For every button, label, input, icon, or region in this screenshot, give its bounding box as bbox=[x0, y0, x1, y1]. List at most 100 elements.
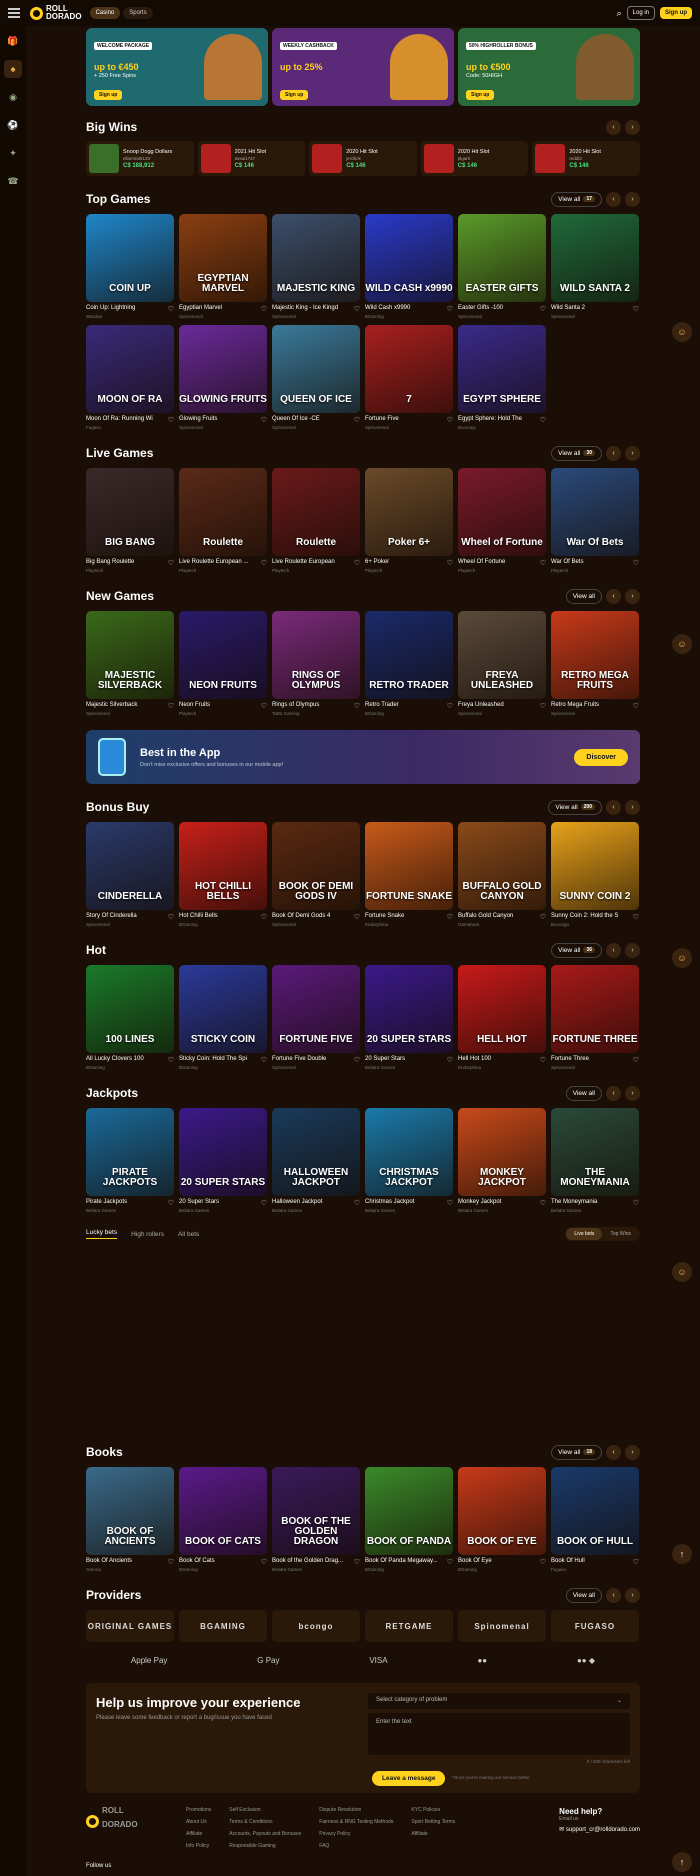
heart-icon[interactable]: ♡ bbox=[354, 1056, 360, 1064]
feedback-textarea[interactable]: Enter the text bbox=[368, 1713, 630, 1755]
game-thumbnail[interactable]: CHRISTMAS JACKPOT bbox=[365, 1108, 453, 1196]
category-select[interactable]: Select category of problem ⌄ bbox=[368, 1693, 630, 1709]
login-button[interactable]: Log in bbox=[626, 6, 655, 20]
tab-casino[interactable]: Casino bbox=[89, 7, 121, 19]
game-thumbnail[interactable]: BUFFALO GOLD CANYON bbox=[458, 822, 546, 910]
provider-logo[interactable]: RETGAME bbox=[365, 1610, 453, 1642]
game-thumbnail[interactable]: BOOK OF HULL bbox=[551, 1467, 639, 1555]
game-thumbnail[interactable]: EASTER GIFTS bbox=[458, 214, 546, 302]
game-card[interactable]: BIG BANG Big Bang Roulette ♡ Playtech bbox=[86, 468, 174, 573]
gamepad-icon[interactable]: ✦ bbox=[4, 144, 22, 162]
chat-float-icon[interactable]: ☺ bbox=[672, 948, 692, 968]
footer-link[interactable]: Info Policy bbox=[186, 1843, 211, 1849]
game-card[interactable]: COIN UP Coin Up: Lightning ♡ Wazdan bbox=[86, 214, 174, 319]
tab-high-rollers[interactable]: High rollers bbox=[131, 1231, 164, 1238]
discover-button[interactable]: Discover bbox=[574, 748, 628, 766]
heart-icon[interactable]: ♡ bbox=[447, 1199, 453, 1207]
next-arrow-icon[interactable]: › bbox=[625, 119, 640, 135]
heart-icon[interactable]: ♡ bbox=[447, 1558, 453, 1566]
game-card[interactable]: Wheel of Fortune Wheel Of Fortune ♡ Playtec… bbox=[458, 468, 546, 573]
heart-icon[interactable]: ♡ bbox=[447, 1056, 453, 1064]
game-thumbnail[interactable]: HELL HOT bbox=[458, 965, 546, 1053]
game-card[interactable]: BOOK OF THE GOLDEN DRAGON Book of the Gol… bbox=[272, 1467, 360, 1572]
heart-icon[interactable]: ♡ bbox=[633, 913, 639, 921]
heart-icon[interactable]: ♡ bbox=[540, 416, 546, 424]
game-card[interactable]: MAJESTIC SILVERBACK Majestic Silverback ♡ S… bbox=[86, 611, 174, 716]
game-card[interactable]: CHRISTMAS JACKPOT Christmas Jackpot ♡ Belat… bbox=[365, 1108, 453, 1213]
prev-arrow-icon[interactable]: ‹ bbox=[606, 799, 621, 815]
heart-icon[interactable]: ♡ bbox=[447, 913, 453, 921]
game-card[interactable]: RINGS OF OLYMPUS Rings of Olympus ♡ TaDa Ga… bbox=[272, 611, 360, 716]
footer-link[interactable]: KYC Policies bbox=[411, 1807, 455, 1813]
signup-button[interactable]: Sign up bbox=[660, 7, 692, 19]
heart-icon[interactable]: ♡ bbox=[447, 559, 453, 567]
game-thumbnail[interactable]: WILD CASH x9990 bbox=[365, 214, 453, 302]
tab-sports[interactable]: Sports bbox=[123, 7, 153, 19]
game-thumbnail[interactable]: FREYA UNLEASHED bbox=[458, 611, 546, 699]
big-win-item[interactable]: 2020 Hit Slot jerdrick C$ 146 bbox=[309, 141, 417, 176]
game-thumbnail[interactable]: MAJESTIC SILVERBACK bbox=[86, 611, 174, 699]
game-thumbnail[interactable]: Roulette bbox=[179, 468, 267, 556]
gift-icon[interactable]: 🎁 bbox=[4, 32, 22, 50]
view-all-button[interactable]: View all 17 bbox=[551, 191, 602, 207]
next-arrow-icon[interactable]: › bbox=[625, 588, 640, 604]
heart-icon[interactable]: ♡ bbox=[354, 702, 360, 710]
game-card[interactable]: 20 SUPER STARS 20 Super Stars ♡ Belatra Gam… bbox=[365, 965, 453, 1070]
game-card[interactable]: BOOK OF EYE Book Of Eye ♡ BGaming bbox=[458, 1467, 546, 1572]
provider-logo[interactable]: Spinomenal bbox=[458, 1610, 546, 1642]
menu-icon[interactable] bbox=[8, 8, 20, 18]
next-arrow-icon[interactable]: › bbox=[625, 942, 640, 958]
prev-arrow-icon[interactable]: ‹ bbox=[606, 1444, 621, 1460]
game-card[interactable]: SUNNY COIN 2 Sunny Coin 2: Hold the S ♡ Boo… bbox=[551, 822, 639, 927]
app-banner[interactable]: Best in the App Don't miss exclusive offe… bbox=[86, 730, 640, 784]
prev-arrow-icon[interactable]: ‹ bbox=[606, 1085, 621, 1101]
game-thumbnail[interactable]: 100 LINES bbox=[86, 965, 174, 1053]
next-arrow-icon[interactable]: › bbox=[625, 799, 640, 815]
footer-link[interactable]: Accounts, Payouts and Bonuses bbox=[229, 1831, 301, 1837]
game-card[interactable]: War Of Bets War Of Bets ♡ Playtech bbox=[551, 468, 639, 573]
tab-all-bets[interactable]: All bets bbox=[178, 1231, 199, 1238]
support-icon[interactable]: ☎ bbox=[4, 172, 22, 190]
promo-card[interactable]: WELCOME PACKAGE up to €450 + 250 Free Spin… bbox=[86, 28, 268, 106]
heart-icon[interactable]: ♡ bbox=[540, 913, 546, 921]
game-thumbnail[interactable]: FORTUNE FIVE bbox=[272, 965, 360, 1053]
chat-float-icon[interactable]: ☺ bbox=[672, 322, 692, 342]
game-card[interactable]: EGYPT SPHERE Egypt Sphere: Hold The ♡ Booo… bbox=[458, 325, 546, 430]
footer-link[interactable]: Dispute Resolution bbox=[319, 1807, 393, 1813]
game-thumbnail[interactable]: FORTUNE SNAKE bbox=[365, 822, 453, 910]
game-thumbnail[interactable]: HOT CHILLI BELLS bbox=[179, 822, 267, 910]
game-thumbnail[interactable]: RINGS OF OLYMPUS bbox=[272, 611, 360, 699]
heart-icon[interactable]: ♡ bbox=[261, 305, 267, 313]
heart-icon[interactable]: ♡ bbox=[633, 305, 639, 313]
heart-icon[interactable]: ♡ bbox=[168, 913, 174, 921]
game-card[interactable]: MOON OF RA Moon Of Ra: Running Wi ♡ Fugaso bbox=[86, 325, 174, 430]
live-icon[interactable]: ◉ bbox=[4, 88, 22, 106]
heart-icon[interactable]: ♡ bbox=[540, 1558, 546, 1566]
game-thumbnail[interactable]: COIN UP bbox=[86, 214, 174, 302]
heart-icon[interactable]: ♡ bbox=[633, 1056, 639, 1064]
game-card[interactable]: MAJESTIC KING Majestic King - Ice Kingd ♡ S… bbox=[272, 214, 360, 319]
game-thumbnail[interactable]: NEON FRUITS bbox=[179, 611, 267, 699]
game-thumbnail[interactable]: MAJESTIC KING bbox=[272, 214, 360, 302]
game-card[interactable]: BOOK OF PANDA Book Of Panda Megaway... ♡ BG… bbox=[365, 1467, 453, 1572]
scroll-top-icon[interactable]: ↑ bbox=[672, 1852, 692, 1872]
game-thumbnail[interactable]: GLOWING FRUITS bbox=[179, 325, 267, 413]
heart-icon[interactable]: ♡ bbox=[168, 559, 174, 567]
view-all-button[interactable]: View all bbox=[565, 588, 602, 604]
casino-icon[interactable]: ♠ bbox=[4, 60, 22, 78]
next-arrow-icon[interactable]: › bbox=[625, 1587, 640, 1603]
heart-icon[interactable]: ♡ bbox=[168, 305, 174, 313]
heart-icon[interactable]: ♡ bbox=[633, 1558, 639, 1566]
game-card[interactable]: 7 Fortune Five ♡ Spinomenal bbox=[365, 325, 453, 430]
game-thumbnail[interactable]: SUNNY COIN 2 bbox=[551, 822, 639, 910]
heart-icon[interactable]: ♡ bbox=[354, 305, 360, 313]
heart-icon[interactable]: ♡ bbox=[540, 559, 546, 567]
game-card[interactable]: FORTUNE THREE Fortune Three ♡ Spinomenal bbox=[551, 965, 639, 1070]
provider-logo[interactable]: BGAMING bbox=[179, 1610, 267, 1642]
heart-icon[interactable]: ♡ bbox=[633, 702, 639, 710]
footer-link[interactable]: Affiliate bbox=[186, 1831, 211, 1837]
heart-icon[interactable]: ♡ bbox=[354, 416, 360, 424]
heart-icon[interactable]: ♡ bbox=[168, 416, 174, 424]
heart-icon[interactable]: ♡ bbox=[540, 702, 546, 710]
heart-icon[interactable]: ♡ bbox=[261, 913, 267, 921]
